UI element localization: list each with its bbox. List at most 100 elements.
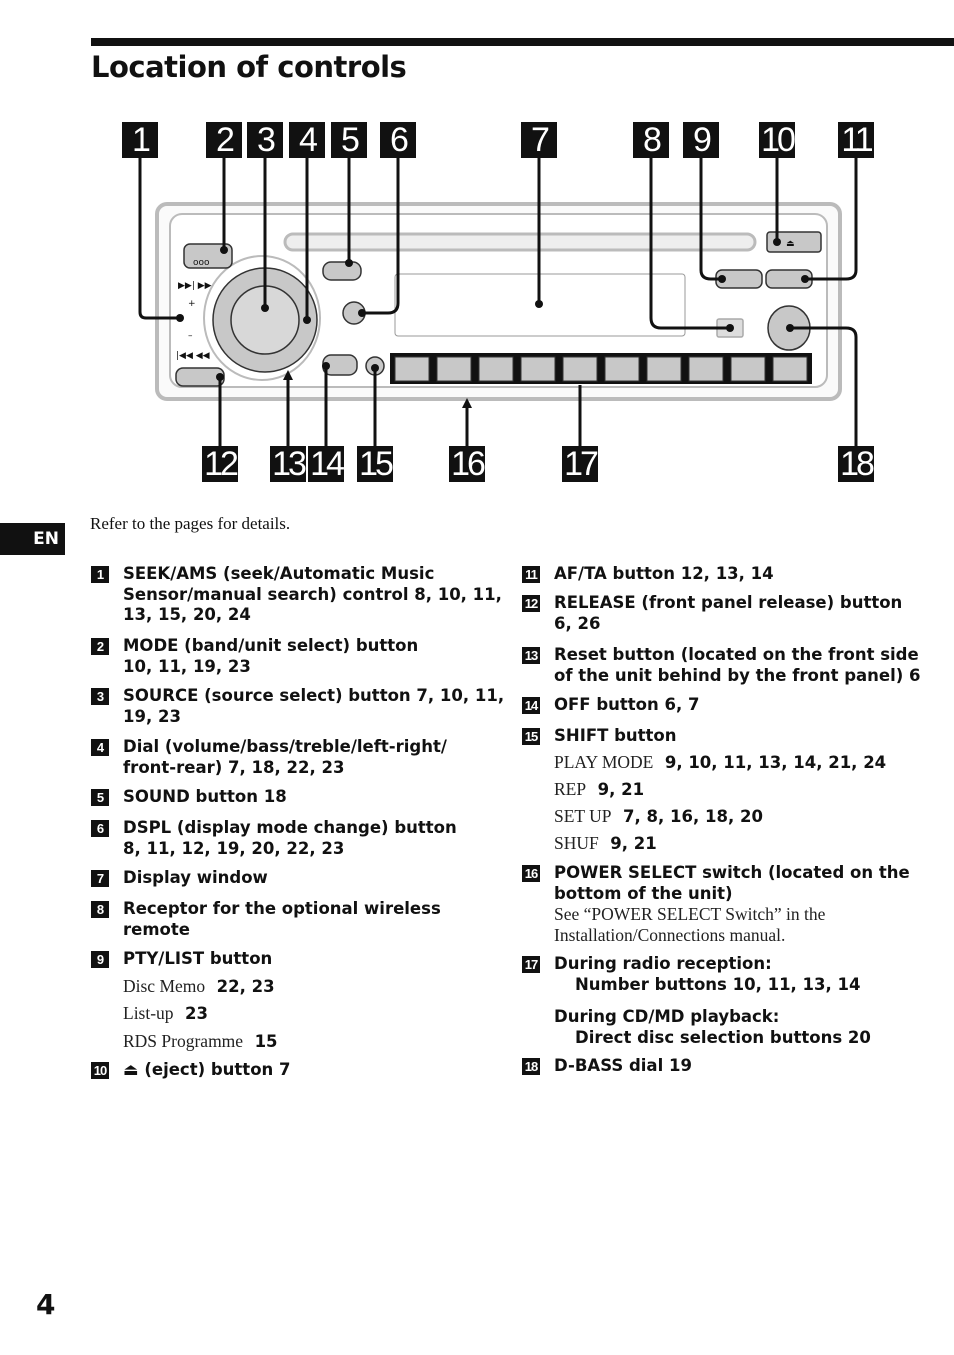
sub-label: SHUF	[554, 833, 599, 853]
item-number: 9	[91, 951, 109, 968]
control-item: 15 SHIFT button	[522, 726, 677, 747]
svg-text:ooo: ooo	[193, 258, 210, 268]
sub-item: PLAY MODE 9, 10, 11, 13, 14, 21, 24	[554, 752, 886, 773]
item-text: ⏏ (eject) button 7	[123, 1060, 291, 1079]
svg-text:⏏: ⏏	[786, 239, 795, 249]
control-item: 3 SOURCE (source select) button 7, 10, 11…	[91, 686, 505, 727]
item-number: 2	[91, 638, 109, 655]
control-item: 8 Receptor for the optional wireless remot…	[91, 899, 441, 940]
item-text: POWER SELECT switch (located on the	[554, 863, 910, 882]
sub-label: SET UP	[554, 806, 612, 826]
callout-label: 7	[521, 122, 557, 158]
callout-label: 8	[633, 122, 669, 158]
callout-label: 1	[122, 122, 158, 158]
item-text: MODE (band/unit select) button	[123, 636, 419, 655]
radio-number-buttons: Number buttons 10, 11, 13, 14	[575, 975, 861, 994]
item-text: SOUND button 18	[123, 787, 287, 806]
front-panel-illustration: ▶▶| ▶▶ + – |◀◀ ◀◀ ooo ⏏	[138, 158, 858, 446]
item-text: RELEASE (front panel release) button	[554, 593, 903, 612]
item-number: 17	[522, 956, 540, 973]
sub-pages: 9, 21	[598, 834, 657, 853]
callout-label: 6	[380, 122, 416, 158]
item-text: 8, 11, 12, 19, 20, 22, 23	[123, 838, 345, 858]
control-item: 9 PTY/LIST button	[91, 949, 273, 970]
item-text: D-BASS dial 19	[554, 1056, 692, 1075]
callout-label: 13	[270, 446, 307, 482]
sub-item: SET UP 7, 8, 16, 18, 20	[554, 806, 763, 827]
control-item: 13 Reset button (located on the front sid…	[522, 645, 921, 686]
item-text: SOURCE (source select) button 7, 10, 11,	[123, 686, 505, 705]
item-text: 13, 15, 20, 24	[123, 605, 251, 624]
control-item: 17 During radio reception:	[522, 954, 772, 975]
item-number: 4	[91, 739, 109, 756]
item-number: 5	[91, 789, 109, 806]
callout-label: 2	[206, 122, 242, 158]
unit-diagram: ▶▶| ▶▶ + – |◀◀ ◀◀ ooo ⏏ 1 2 3 4 5 6 7 8 9 10 11 12 13 14 1…	[0, 110, 954, 490]
item-text: front-rear) 7, 18, 22, 23	[123, 757, 345, 777]
callout-label: 17	[562, 446, 599, 482]
callout-label: 9	[683, 122, 719, 158]
item-number: 15	[522, 728, 540, 745]
sub-pages: 9, 10, 11, 13, 14, 21, 24	[653, 753, 887, 772]
item-text: PTY/LIST button	[123, 949, 273, 968]
header-rule	[91, 38, 954, 46]
item-text: of the unit behind by the front panel) 6	[554, 665, 921, 685]
sub-item: Disc Memo 22, 23	[123, 976, 275, 997]
callout-label: 16	[449, 446, 486, 482]
item-text: Sensor/manual search) control 8, 10, 11,	[123, 584, 502, 604]
item-number: 18	[522, 1058, 540, 1075]
control-item: 5 SOUND button 18	[91, 787, 287, 808]
language-tab: EN	[0, 523, 65, 555]
sub-item: REP 9, 21	[554, 779, 644, 800]
sub-pages: 7, 8, 16, 18, 20	[611, 807, 763, 826]
item-number: 13	[522, 647, 540, 664]
callout-label: 14	[308, 446, 345, 482]
cd-playback-heading: During CD/MD playback:	[554, 1007, 780, 1026]
item-note: Installation/Connections manual.	[554, 924, 786, 945]
svg-text:+: +	[188, 299, 196, 309]
item-number: 8	[91, 901, 109, 918]
callout-label: 12	[202, 446, 239, 482]
sub-label: PLAY MODE	[554, 752, 654, 772]
control-item: 6 DSPL (display mode change) button 8, 11,…	[91, 818, 457, 859]
sub-label: List-up	[123, 1003, 174, 1023]
svg-text:–: –	[188, 331, 193, 341]
control-item: 11 AF/TA button 12, 13, 14	[522, 564, 774, 585]
item-number: 11	[522, 566, 540, 583]
item-text: Display window	[123, 868, 268, 887]
sub-label: RDS Programme	[123, 1031, 244, 1051]
page-title: Location of controls	[91, 50, 407, 84]
item-text: During radio reception:	[554, 954, 772, 973]
item-number: 14	[522, 697, 540, 714]
control-item: 10 ⏏ (eject) button 7	[91, 1060, 291, 1081]
item-number: 6	[91, 820, 109, 837]
callout-label: 11	[838, 122, 874, 158]
control-item: 7 Display window	[91, 868, 268, 889]
item-text: SHIFT button	[554, 726, 677, 745]
control-item: 14 OFF button 6, 7	[522, 695, 700, 716]
item-number: 7	[91, 870, 109, 887]
item-number: 1	[91, 566, 109, 583]
control-item: 4 Dial (volume/bass/treble/left-right/fro…	[91, 737, 447, 778]
page-number: 4	[36, 1288, 56, 1321]
item-text: SEEK/AMS (seek/Automatic Music	[123, 564, 435, 583]
item-note: See “POWER SELECT Switch” in the	[554, 904, 826, 924]
item-text: DSPL (display mode change) button	[123, 818, 457, 837]
sub-label: REP	[554, 779, 587, 799]
sub-pages: 22, 23	[205, 977, 275, 996]
item-text: 6, 26	[554, 613, 601, 633]
item-number: 10	[91, 1062, 109, 1079]
callout-label: 5	[331, 122, 367, 158]
svg-text:|◀◀ ◀◀: |◀◀ ◀◀	[176, 351, 210, 361]
item-text: 19, 23	[123, 706, 181, 726]
control-item: 1 SEEK/AMS (seek/Automatic Music Sensor/ma…	[91, 564, 502, 626]
callout-label: 3	[247, 122, 283, 158]
item-text: Reset button (located on the front side	[554, 645, 919, 664]
callout-label: 4	[289, 122, 325, 158]
item-number: 16	[522, 865, 540, 882]
sub-pages: 15	[243, 1032, 278, 1051]
item-text: 10, 11, 19, 23	[123, 656, 251, 676]
control-item: 2 MODE (band/unit select) button 10, 11, 1…	[91, 636, 419, 677]
item-text: OFF button 6, 7	[554, 695, 700, 714]
sub-item: List-up 23	[123, 1003, 208, 1024]
